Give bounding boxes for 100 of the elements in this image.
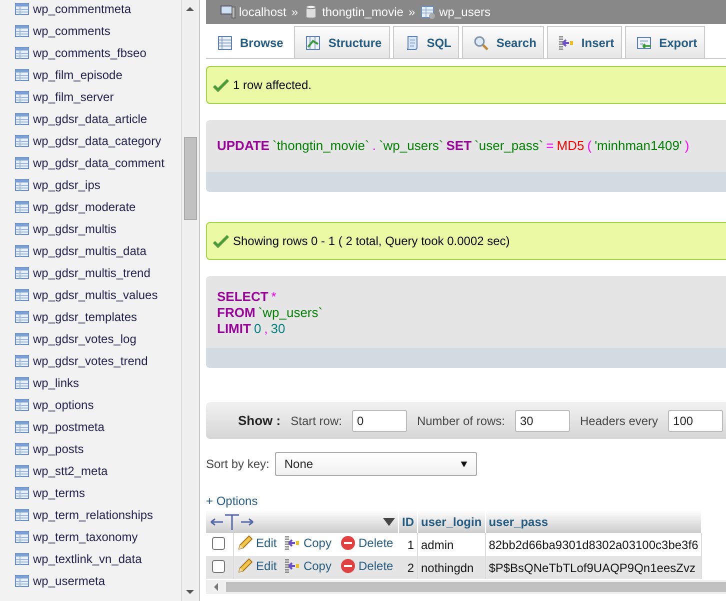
table-list-item[interactable]: wp_gdsr_multis_data: [0, 240, 181, 262]
table-icon: [14, 463, 30, 479]
column-arrows-icon[interactable]: [209, 512, 255, 532]
row-count-field[interactable]: 30: [515, 410, 570, 432]
table-icon: [14, 155, 30, 171]
scrollbar[interactable]: [206, 580, 726, 594]
table-list-item[interactable]: wp_comments: [0, 20, 181, 42]
table-list-item[interactable]: wp_postmeta: [0, 416, 181, 438]
table-icon: [14, 45, 30, 61]
table-list-item[interactable]: wp_posts: [0, 438, 181, 460]
table-list-item[interactable]: wp_gdsr_votes_log: [0, 328, 181, 350]
table-list-item[interactable]: wp_comments_fbseo: [0, 42, 181, 64]
sql-token[interactable]: UPDATE: [217, 138, 270, 152]
table-icon: [14, 177, 30, 193]
table-cell: nothingdn: [418, 556, 486, 579]
insert-icon: [558, 34, 574, 50]
table-list-item[interactable]: wp_film_episode: [0, 64, 181, 86]
table-list-item[interactable]: wp_gdsr_data_article: [0, 108, 181, 130]
table-list-item[interactable]: wp_usermeta: [0, 570, 181, 592]
breadcrumb-separator: »: [408, 5, 416, 19]
show-label: Show :: [238, 413, 281, 428]
options-link[interactable]: + Options: [206, 494, 258, 508]
sql-token[interactable]: LIMIT: [217, 321, 251, 336]
scroll-up-icon[interactable]: [185, 4, 195, 14]
table-list-item[interactable]: wp_gdsr_data_category: [0, 130, 181, 152]
sql-token[interactable]: SELECT: [217, 289, 268, 304]
table-list-item[interactable]: wp_commentmeta: [0, 0, 181, 20]
message-text: Showing rows 0 - 1 ( 2 total, Query took 0.0002 sec): [233, 234, 510, 248]
structure-icon: [305, 34, 322, 50]
sql-token: *: [271, 289, 276, 304]
breadcrumb-link[interactable]: localhost: [239, 5, 286, 19]
table-icon: [14, 67, 30, 83]
tab[interactable]: Structure: [294, 26, 390, 58]
tab[interactable]: SQL: [392, 26, 460, 58]
pencil-icon: [237, 558, 254, 574]
table-list-item[interactable]: wp_links: [0, 372, 181, 394]
scrollbar-thumb[interactable]: [184, 137, 197, 220]
column-header[interactable]: user_login: [418, 510, 486, 533]
breadcrumb-link[interactable]: wp_users: [439, 5, 490, 19]
insert-icon: [284, 558, 300, 574]
start-row-field[interactable]: 0: [352, 410, 407, 432]
scrollbar-thumb[interactable]: [226, 582, 726, 592]
breadcrumb-link[interactable]: thongtin_movie: [322, 5, 404, 19]
row-checkbox[interactable]: [212, 560, 225, 572]
scroll-down-icon[interactable]: [185, 587, 195, 597]
table-list-item[interactable]: wp_gdsr_templates: [0, 306, 181, 328]
tab[interactable]: Insert: [547, 26, 622, 58]
dropdown-arrow-icon[interactable]: [383, 518, 395, 526]
table-list-item[interactable]: wp_gdsr_multis_values: [0, 284, 181, 306]
table-icon: [14, 551, 30, 567]
table-list-item[interactable]: wp_gdsr_ips: [0, 174, 181, 196]
table-list-item[interactable]: wp_gdsr_data_comment: [0, 152, 181, 174]
table-list-item[interactable]: wp_term_relationships: [0, 504, 181, 526]
sql-token[interactable]: SET: [446, 138, 472, 152]
table-list-item[interactable]: wp_options: [0, 394, 181, 416]
table-cell: 1: [398, 533, 418, 556]
table-list-item[interactable]: wp_terms: [0, 482, 181, 504]
scrollbar[interactable]: [181, 0, 199, 601]
table-list-item[interactable]: wp_stt2_meta: [0, 460, 181, 482]
table-icon: [217, 34, 233, 50]
checkmark-icon: [213, 77, 229, 93]
tab[interactable]: Search: [462, 26, 544, 58]
tab[interactable]: Export: [625, 26, 706, 58]
table-icon: [14, 485, 30, 501]
message-text: 1 row affected.: [233, 78, 312, 92]
table-list-item[interactable]: wp_gdsr_multis: [0, 218, 181, 240]
computer-icon: [220, 4, 236, 20]
table-list-item[interactable]: wp_film_server: [0, 86, 181, 108]
sql-token: 30: [270, 321, 286, 336]
table-icon: [14, 243, 30, 259]
table-icon: [14, 397, 30, 413]
table-list-item[interactable]: wp_textlink_vn_data: [0, 548, 181, 570]
row-checkbox[interactable]: [212, 536, 225, 550]
copy-link[interactable]: Copy: [284, 535, 332, 551]
sql-token[interactable]: FROM: [217, 305, 256, 320]
table-icon: [14, 309, 30, 325]
table-icon: [14, 419, 30, 435]
column-header[interactable]: user_pass: [485, 510, 702, 533]
sql-token: `wp_users`: [258, 305, 323, 320]
checkmark-icon: [213, 233, 229, 249]
table-cell: admin: [418, 533, 486, 556]
table-icon: [420, 4, 436, 20]
delete-link[interactable]: Delete: [340, 535, 394, 551]
edit-link[interactable]: Edit: [237, 535, 277, 551]
table-icon: [14, 199, 30, 215]
headers-every-field[interactable]: 100: [668, 410, 724, 432]
sql-token: `wp_users`: [378, 138, 444, 152]
sql-token: ,: [264, 321, 268, 336]
table-list-item[interactable]: wp_gdsr_votes_trend: [0, 350, 181, 372]
table-icon: [14, 331, 30, 347]
field-label: Sort by key:: [206, 457, 270, 471]
table-list-item[interactable]: wp_gdsr_moderate: [0, 196, 181, 218]
table-list-item[interactable]: wp_term_taxonomy: [0, 526, 181, 548]
table-cell: 2: [398, 556, 418, 579]
sort-dropdown[interactable]: None: [275, 452, 478, 476]
field-label: Number of rows:: [416, 414, 505, 428]
search-icon: [473, 34, 490, 50]
table-list-item[interactable]: wp_gdsr_multis_trend: [0, 262, 181, 284]
export-icon: [636, 34, 652, 50]
column-header[interactable]: ID: [398, 510, 418, 533]
